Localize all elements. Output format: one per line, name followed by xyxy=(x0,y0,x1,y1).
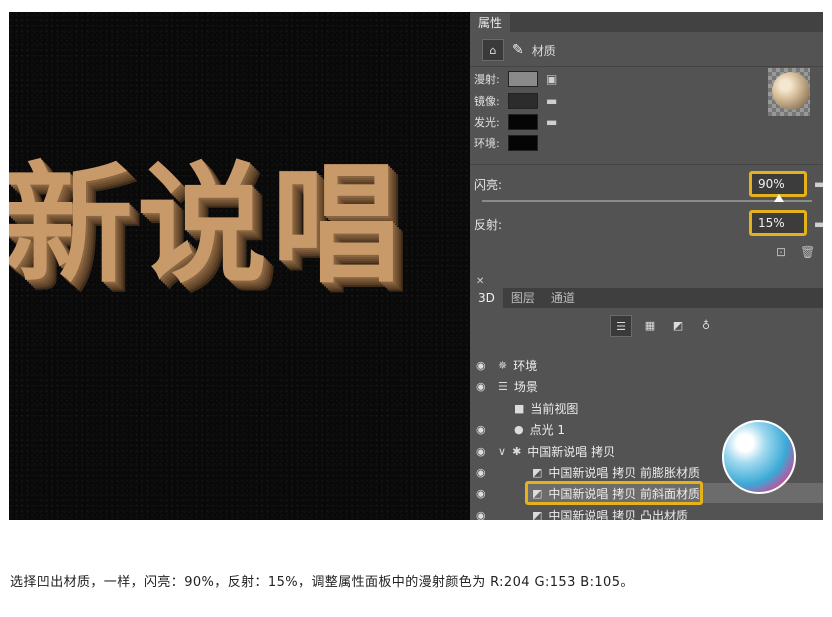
watermark-sticker xyxy=(722,420,796,494)
caption-text: 选择凹出材质，一样，闪亮：90%，反射：15%，调整属性面板中的漫射颜色为 R:… xyxy=(10,575,634,590)
right-panels: 属性 ⌂ ✎ 材质 漫射: ▣ 镜像: ▬ 发光: ▬ 环境: 闪亮: 90% … xyxy=(470,12,823,520)
diffuse-label: 漫射: xyxy=(474,73,500,86)
tab-layers[interactable]: 图层 xyxy=(503,288,543,308)
illumination-label: 发光: xyxy=(474,116,500,129)
shine-row: 闪亮: xyxy=(474,172,502,196)
illumination-swatch[interactable] xyxy=(508,114,538,130)
shine-folder-icon[interactable]: ▬ xyxy=(814,177,823,191)
eye-icon[interactable]: ◉ xyxy=(476,487,486,500)
layer-label: 中国新说唱 拷贝 凸出材质 xyxy=(548,509,689,520)
diffuse-swatch[interactable] xyxy=(508,71,538,87)
mode-label: 材质 xyxy=(531,43,556,58)
layer-label: 环境 xyxy=(513,359,538,373)
layer-label: 点光 1 xyxy=(529,423,566,437)
panel-tabs: 3D 图层 通道 xyxy=(470,288,823,308)
prop-row-ambient: 环境: xyxy=(474,134,538,152)
camera-icon: ■ xyxy=(514,402,525,415)
tab-channels[interactable]: 通道 xyxy=(543,288,583,308)
shine-slider[interactable] xyxy=(482,194,812,202)
prop-row-diffuse: 漫射: ▣ xyxy=(474,70,557,88)
lights-icon[interactable]: ♁ xyxy=(696,315,716,335)
eye-icon[interactable]: ◉ xyxy=(476,445,486,458)
layer-label: 当前视图 xyxy=(530,402,579,416)
trash-icon[interactable]: 🗑 xyxy=(800,245,815,259)
material-icon: ◩ xyxy=(532,466,543,479)
whole-scene-icon[interactable]: ☰ xyxy=(610,315,632,337)
texture-folder-icon[interactable]: ▣ xyxy=(546,72,557,86)
shine-label: 闪亮: xyxy=(474,177,503,192)
3d-filter-bar: ☰ ▦ ◩ ♁ xyxy=(610,315,716,337)
materials-icon[interactable]: ◩ xyxy=(668,315,688,335)
material-icon: ◩ xyxy=(532,509,543,520)
reflection-label: 反射: xyxy=(474,217,503,232)
ambient-swatch[interactable] xyxy=(508,135,538,151)
specular-label: 镜像: xyxy=(474,95,500,108)
layer-label: 中国新说唱 拷贝 前膨胀材质 xyxy=(548,466,701,480)
reflection-folder-icon[interactable]: ▬ xyxy=(814,217,823,231)
screenshot: 新说唱 属性 ⌂ ✎ 材质 漫射: ▣ 镜像: ▬ 发光: ▬ 环境: 闪亮: … xyxy=(9,12,823,520)
3d-panel: ✕ 3D 图层 通道 ☰ ▦ ◩ ♁ ◉ ✵ 环境 ◉ ☰ 场景 ■ 当前视图 … xyxy=(470,276,823,520)
layer-label: 场景 xyxy=(513,380,538,394)
ambient-label: 环境: xyxy=(474,137,500,150)
layer-row[interactable]: ◉ ◩ 中国新说唱 拷贝 凸出材质 xyxy=(470,505,823,520)
layer-row[interactable]: ◉ ✵ 环境 xyxy=(470,355,823,376)
close-icon[interactable]: ✕ xyxy=(476,276,484,287)
reflection-row: 反射: xyxy=(474,212,502,236)
reflection-value-field[interactable]: 15% xyxy=(749,210,807,236)
properties-toolbar: ⌂ ✎ 材质 xyxy=(482,38,556,62)
properties-tab-bar: 属性 xyxy=(470,12,823,33)
brush-icon[interactable]: ✎ xyxy=(512,42,524,58)
texture-folder-icon[interactable]: ▬ xyxy=(546,115,557,129)
eye-icon[interactable]: ◉ xyxy=(476,509,486,520)
render-icon[interactable]: ⊡ xyxy=(776,245,786,259)
prop-row-specular: 镜像: ▬ xyxy=(474,92,557,110)
selection-highlight xyxy=(525,481,703,505)
layer-row[interactable]: ◉ ☰ 场景 xyxy=(470,376,823,397)
eye-icon[interactable]: ◉ xyxy=(476,423,486,436)
point-light-icon: ● xyxy=(514,423,524,436)
specular-swatch[interactable] xyxy=(508,93,538,109)
tab-properties[interactable]: 属性 xyxy=(470,13,511,33)
tab-3d[interactable]: 3D xyxy=(470,288,503,308)
headline-3d-text: 新说唱 xyxy=(9,149,406,301)
layer-row[interactable]: ■ 当前视图 xyxy=(470,398,823,419)
properties-panel: 属性 ⌂ ✎ 材质 漫射: ▣ 镜像: ▬ 发光: ▬ 环境: 闪亮: 90% … xyxy=(470,12,823,267)
divider xyxy=(470,66,823,67)
material-icon[interactable]: ⌂ xyxy=(482,39,504,61)
properties-bottom-icons: ⊡ 🗑 xyxy=(776,245,815,259)
mesh-icon: ✱ xyxy=(512,445,522,458)
shine-slider-knob[interactable] xyxy=(774,194,784,202)
meshes-icon[interactable]: ▦ xyxy=(640,315,660,335)
layer-label: 中国新说唱 拷贝 xyxy=(527,445,616,459)
canvas: 新说唱 xyxy=(9,12,470,520)
chevron-down-icon[interactable]: ∨ xyxy=(498,445,506,458)
material-preview-sphere[interactable] xyxy=(768,68,810,116)
divider xyxy=(470,164,823,165)
environment-icon: ✵ xyxy=(498,359,508,372)
sphere-ball xyxy=(772,72,810,110)
texture-folder-icon[interactable]: ▬ xyxy=(546,94,557,108)
eye-icon[interactable]: ◉ xyxy=(476,380,486,393)
eye-icon[interactable]: ◉ xyxy=(476,359,486,372)
prop-row-illumination: 发光: ▬ xyxy=(474,113,557,131)
scene-icon: ☰ xyxy=(498,380,508,393)
eye-icon[interactable]: ◉ xyxy=(476,466,486,479)
